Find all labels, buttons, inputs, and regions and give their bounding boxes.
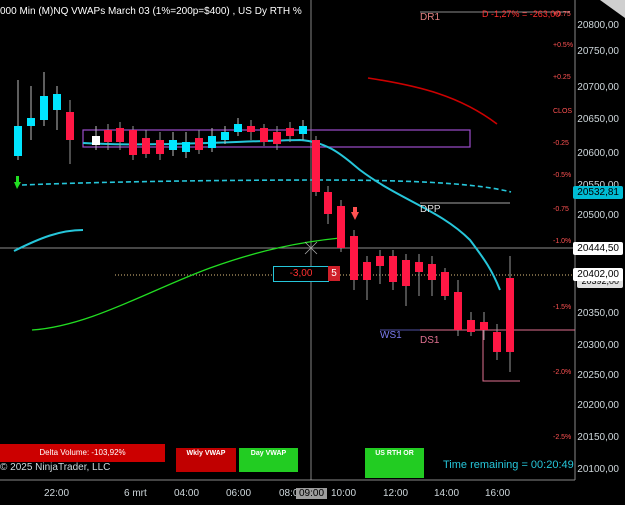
percent-axis-label: -2.0% (553, 369, 572, 376)
price-axis-label: 20300,00 (577, 340, 619, 351)
price-axis-label: 20650,00 (577, 114, 619, 125)
price-axis-label: 20250,00 (577, 370, 619, 381)
crosshair-price-tag: 20444,50 (573, 242, 623, 255)
time-axis-label: 16:00 (485, 488, 511, 499)
candle-body (14, 126, 22, 156)
price-axis-label: 20350,00 (577, 308, 619, 319)
candle-body (363, 262, 371, 280)
percent-axis-label: CLOS (553, 108, 573, 115)
candle-body (260, 128, 268, 142)
candle-body (116, 128, 124, 142)
ds1-label: DS1 (420, 335, 440, 346)
sell-arrow-icon (351, 207, 359, 220)
candle-body (312, 140, 320, 192)
day-vwap-button[interactable]: Day VWAP (239, 448, 298, 472)
percent-axis-label: -1.0% (553, 238, 572, 245)
candle-body (506, 278, 514, 352)
percent-axis-label: +0.75 (553, 11, 571, 18)
percent-axis-label: -1.5% (553, 304, 572, 311)
day-vwap-lower-band (31, 237, 341, 331)
percent-axis-label: +0.5% (553, 42, 574, 49)
candle-body (169, 140, 177, 150)
time-axis-label: 14:00 (434, 488, 460, 499)
time-remaining-text: Time remaining = 00:20:49 (443, 459, 574, 471)
candle-body (273, 132, 281, 144)
candle-body (441, 272, 449, 296)
price-axis-label: 20750,00 (577, 46, 619, 57)
candle-body (208, 136, 216, 148)
weekly-vwap-button[interactable]: Wkly VWAP (176, 448, 236, 472)
candlesticks (14, 72, 514, 372)
candle-body (467, 320, 475, 332)
price-axis-label: 20700,00 (577, 82, 619, 93)
weekly-vwap-line (21, 179, 512, 193)
price-axis-label: 20100,00 (577, 464, 619, 475)
order-price-box[interactable]: -3,00 (273, 266, 329, 282)
vwap-price-tag: 20532,81 (573, 186, 623, 199)
percent-axis-label: +0.25 (553, 74, 571, 81)
time-axis-cursor-label: 09:00 (296, 488, 328, 499)
ds1-step (482, 330, 520, 382)
percent-axis-label: -2.5% (553, 434, 572, 441)
candle-body (428, 264, 436, 280)
drawdown-text: D -1,27% = -263,00 (482, 9, 561, 19)
time-axis-label: 6 mrt (124, 488, 147, 499)
price-chart[interactable] (0, 0, 625, 505)
order-quantity-box[interactable]: 5 (328, 266, 340, 281)
candle-body (142, 138, 150, 154)
candle-body (104, 130, 112, 142)
time-axis-label: 12:00 (383, 488, 409, 499)
time-axis-label: 10:00 (331, 488, 357, 499)
candle-body (182, 142, 190, 152)
copyright-text: © 2025 NinjaTrader, LLC (0, 462, 111, 473)
dr1-label: DR1 (420, 12, 441, 23)
candle-body (156, 140, 164, 154)
price-axis-label: 20500,00 (577, 210, 619, 221)
chart-title: 000 Min (M)NQ VWAPs March 03 (1%=200p=$4… (0, 6, 302, 17)
candle-body (389, 256, 397, 282)
time-axis-label: 22:00 (44, 488, 70, 499)
candle-body (337, 206, 345, 248)
buy-arrow-icon (14, 176, 21, 189)
candle-body (480, 322, 488, 330)
candle-body (221, 132, 229, 140)
price-axis-label: 20800,00 (577, 20, 619, 31)
upper-band-curve (367, 77, 498, 125)
candle-body (53, 94, 61, 110)
chart-window[interactable]: 000 Min (M)NQ VWAPs March 03 (1%=200p=$4… (0, 0, 625, 505)
price-axis-label: 20150,00 (577, 432, 619, 443)
time-axis-label: 06:00 (226, 488, 252, 499)
delta-volume-badge: Delta Volume: -103,92% (0, 444, 165, 462)
candle-body (27, 118, 35, 126)
candle-body (454, 292, 462, 330)
candle-body (40, 96, 48, 120)
candle-body (234, 124, 242, 132)
candle-body (299, 126, 307, 134)
candle-body (415, 262, 423, 272)
candle-body (324, 192, 332, 214)
candle-body (195, 138, 203, 150)
candle-body (92, 136, 100, 145)
dpp-label: DPP (420, 204, 441, 215)
percent-axis-label: -0.25 (553, 140, 569, 147)
candle-body (66, 112, 74, 140)
price-axis-label: 20200,00 (577, 400, 619, 411)
candle-body (493, 332, 501, 352)
ws1-label: WS1 (380, 330, 402, 341)
last-price-tag: 20402,00 (573, 268, 623, 281)
candle-body (129, 130, 137, 155)
candle-body (402, 260, 410, 286)
percent-axis-label: -0.75 (553, 206, 569, 213)
candle-body (376, 256, 384, 266)
candle-body (286, 128, 294, 136)
us-rth-or-button[interactable]: US RTH OR (365, 448, 424, 478)
percent-axis-label: -0.5% (553, 172, 572, 179)
candle-body (247, 126, 255, 132)
candle-body (350, 236, 358, 280)
time-axis-label: 04:00 (174, 488, 200, 499)
price-axis-label: 20600,00 (577, 148, 619, 159)
